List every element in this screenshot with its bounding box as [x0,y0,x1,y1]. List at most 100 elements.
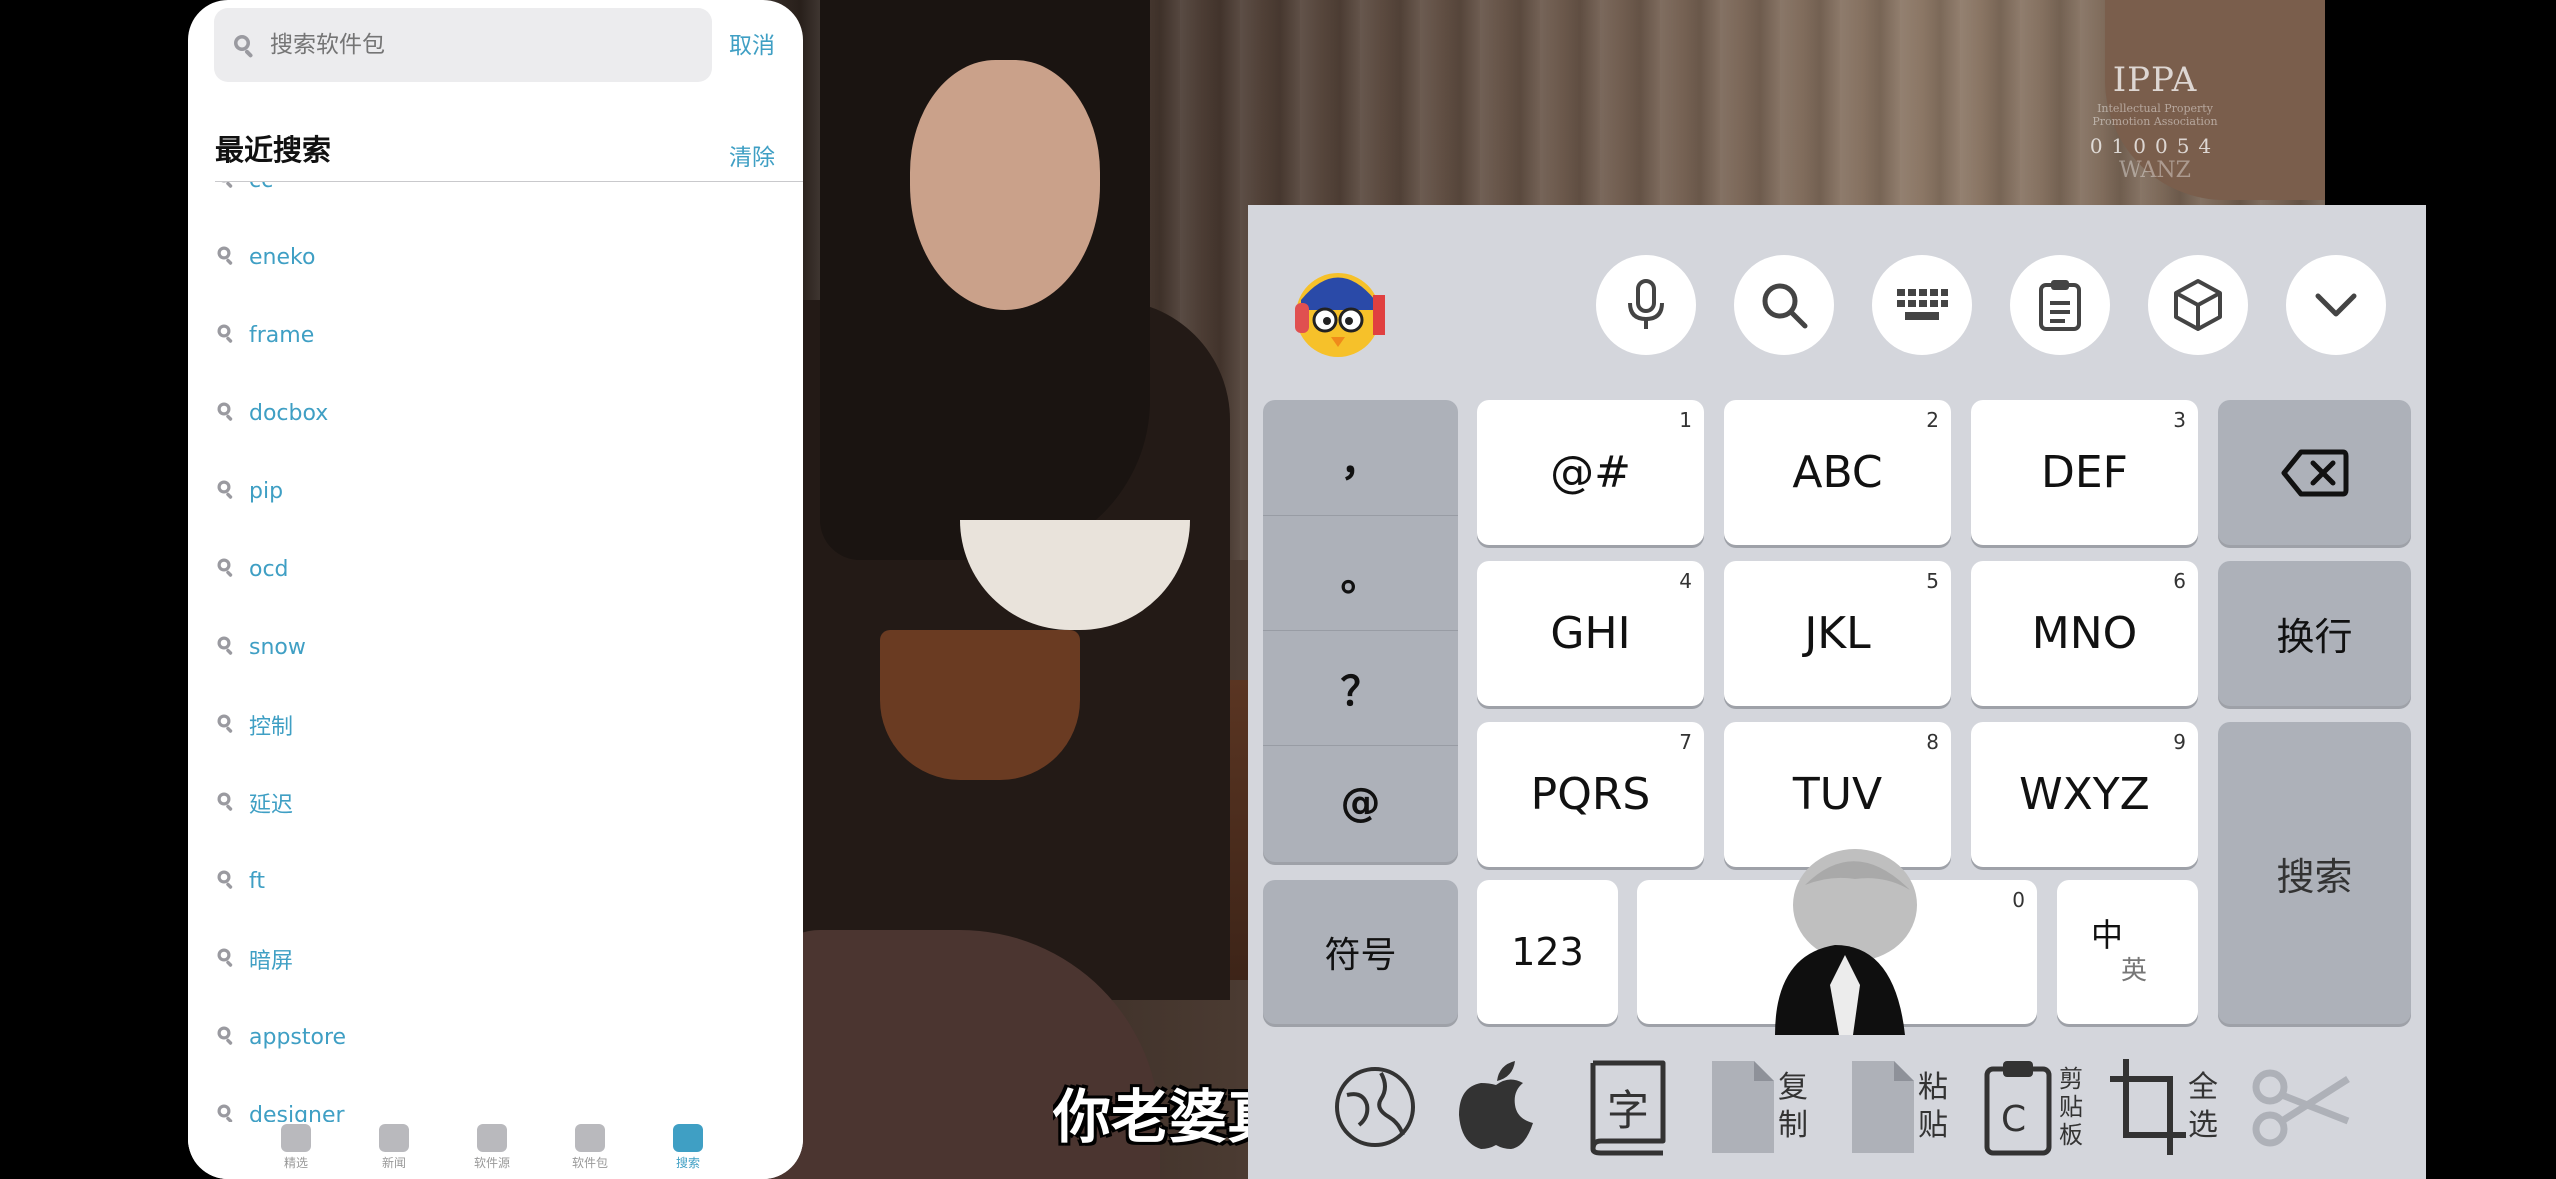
tab-sources[interactable]: 软件源 [462,1122,522,1171]
key-digit: 9 [2173,730,2186,754]
cut-button[interactable] [2248,1047,2358,1167]
backspace-key[interactable] [2218,400,2411,545]
chevron-down-icon [2315,293,2357,317]
key-1[interactable]: @# 1 [1477,400,1704,545]
tab-label: 搜索 [675,1156,700,1170]
clipboard-icon: C [1984,1061,2052,1156]
enter-key[interactable]: 换行 [2218,561,2411,706]
copy-label: 复制 [1778,1070,1808,1143]
globe-button[interactable] [1333,1047,1417,1167]
key-digit: 1 [1679,408,1692,432]
search-input[interactable] [268,31,672,59]
key-7[interactable]: PQRS 7 [1477,722,1704,867]
key-6[interactable]: MNO 6 [1971,561,2198,706]
watermark-brand: WANZ [2119,158,2191,183]
list-item[interactable]: 暗屏 [215,939,293,979]
crop-icon [2110,1059,2186,1155]
cancel-button[interactable]: 取消 [729,26,775,60]
key-3[interactable]: DEF 3 [1971,400,2198,545]
recent-searches-title: 最近搜索 [215,133,332,167]
key-9[interactable]: WXYZ 9 [1971,722,2198,867]
search-icon [215,868,237,894]
list-item[interactable]: pip [215,471,283,511]
list-item[interactable]: 控制 [215,705,293,745]
microphone-button[interactable] [1596,255,1696,355]
tab-label: 新闻 [381,1156,406,1170]
character-sticker [1735,845,1945,1035]
sources-icon [477,1124,507,1152]
key-label: PQRS [1530,769,1651,820]
punct-key[interactable]: @ [1263,745,1458,860]
key-label: TUV [1792,769,1883,820]
tab-news[interactable]: 新闻 [364,1122,424,1171]
search-icon [215,478,237,504]
packages-icon [575,1124,605,1152]
lang-zh-label: 中 [2091,916,2124,954]
list-item-label: docbox [249,400,329,426]
language-switch-key[interactable]: 中 英 [2057,880,2198,1024]
clear-button[interactable]: 清除 [729,138,775,172]
list-item-label: eneko [249,244,316,270]
list-item[interactable]: snow [215,627,306,667]
symbols-key[interactable]: 符号 [1263,880,1458,1024]
search-key[interactable]: 搜索 [2218,722,2411,1024]
tab-label: 精选 [283,1156,308,1170]
tab-search[interactable]: 搜索 [658,1122,718,1171]
key-digit: 8 [1926,730,1939,754]
search-icon [215,946,237,972]
select-all-button[interactable]: 全选 [2108,1047,2222,1167]
scissors-icon [2252,1069,2350,1147]
list-item-label: ocd [249,556,289,582]
list-item[interactable]: docbox [215,393,328,433]
list-item[interactable]: designer [215,1095,345,1122]
search-icon [215,322,237,348]
keyboard-switch-button[interactable] [1872,255,1972,355]
key-label: @# [1550,447,1631,498]
list-item[interactable]: frame [215,315,314,355]
paste-label: 粘贴 [1918,1070,1948,1143]
tab-packages[interactable]: 软件包 [560,1122,620,1171]
clipboard-button[interactable] [2010,255,2110,355]
search-bar[interactable] [214,8,712,82]
apple-button[interactable] [1453,1047,1539,1167]
tab-featured[interactable]: 精选 [266,1122,326,1171]
key-4[interactable]: GHI 4 [1477,561,1704,706]
list-item[interactable]: ft [215,861,265,901]
list-item[interactable]: eneko [215,237,315,277]
numbers-key[interactable]: 123 [1477,880,1618,1024]
watermark-logo: IPPA [2112,60,2198,100]
tab-label: 软件包 [571,1156,608,1170]
key-digit: 7 [1679,730,1692,754]
list-item[interactable]: appstore [215,1017,346,1057]
mascot-icon[interactable] [1283,255,1393,365]
search-icon [215,556,237,582]
skin-button[interactable] [2148,255,2248,355]
list-item-label: cc [249,182,273,193]
keyboard-search-button[interactable] [1734,255,1834,355]
list-item[interactable]: 延迟 [215,783,293,823]
char-label: 字 [1607,1086,1650,1135]
key-5[interactable]: JKL 5 [1724,561,1951,706]
select-all-label: 全选 [2188,1070,2218,1143]
key-2[interactable]: ABC 2 [1724,400,1951,545]
key-digit: 5 [1926,569,1939,593]
search-icon [215,244,237,270]
clipboard-tool-button[interactable]: C 剪贴板 [1983,1047,2093,1167]
dictionary-button[interactable]: 字 [1583,1047,1673,1167]
lang-en-label: 英 [2121,956,2148,986]
punct-key[interactable]: 。 [1263,515,1458,631]
star-icon [281,1124,311,1152]
keyboard-icon [1897,289,1948,320]
backspace-icon [2281,449,2348,496]
cup [880,630,1080,780]
paste-button[interactable]: 粘贴 [1848,1047,1952,1167]
search-icon [215,1102,237,1122]
key-label: DEF [2041,447,2128,498]
hide-keyboard-button[interactable] [2286,255,2386,355]
list-item[interactable]: cc [215,182,273,200]
punct-key[interactable]: ， [1263,400,1458,516]
watermark-number: 010054 [2089,134,2221,158]
punct-key[interactable]: ？ [1263,630,1458,746]
copy-button[interactable]: 复制 [1708,1047,1812,1167]
list-item[interactable]: ocd [215,549,289,589]
